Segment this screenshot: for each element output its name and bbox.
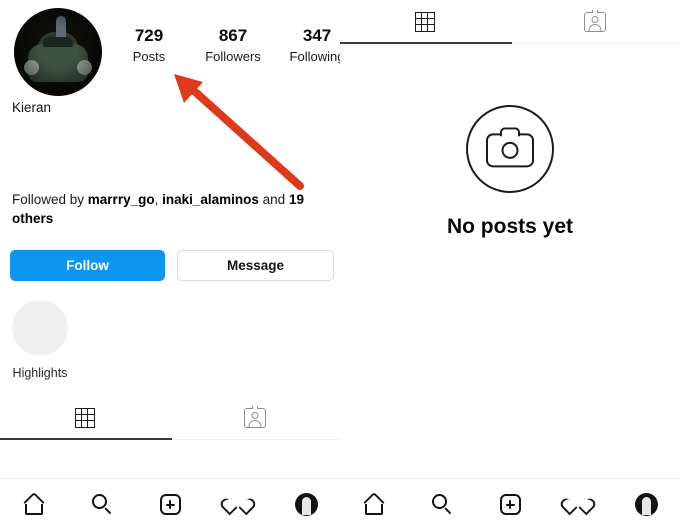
tagged-photos-icon	[584, 10, 606, 32]
profile-tabbar	[0, 398, 340, 440]
stat-following-value: 347	[302, 26, 332, 45]
avatar[interactable]	[14, 8, 102, 96]
followed-by-separator: ,	[154, 192, 163, 207]
empty-posts-panel	[340, 0, 680, 530]
heart-icon	[558, 495, 598, 515]
stat-following-label: Following	[289, 49, 345, 64]
camera-icon	[466, 105, 554, 193]
bottom-navbar	[0, 478, 340, 530]
tab-tagged[interactable]	[170, 398, 340, 438]
nav-home[interactable]	[10, 487, 58, 523]
nav-search-right[interactable]	[418, 487, 466, 523]
highlights-section[interactable]: Highlights	[12, 300, 68, 380]
followed-by-text: Followed by marrry_go, inaki_alaminos an…	[12, 190, 327, 228]
stat-posts[interactable]: 729 Posts	[120, 26, 178, 66]
nav-add-post[interactable]	[146, 487, 194, 523]
followed-by-name-2[interactable]: inaki_alaminos	[162, 192, 259, 207]
highlights-label: Highlights	[12, 366, 68, 380]
empty-state-title: No posts yet	[446, 215, 574, 238]
stat-posts-value: 729	[134, 26, 164, 45]
grid-icon	[75, 408, 95, 428]
followed-by-name-1[interactable]: marrry_go	[88, 192, 155, 207]
profile-tabbar-right	[340, 2, 680, 44]
profile-panel: Kieran 729 Posts 867 Followers 347 Follo…	[0, 0, 344, 530]
grid-icon	[415, 12, 435, 32]
instagram-profile-screenshot: Kieran 729 Posts 867 Followers 347 Follo…	[0, 0, 680, 530]
stat-following[interactable]: 347 Following	[288, 26, 346, 66]
empty-state: No posts yet	[340, 105, 680, 239]
tab-divider-line	[172, 439, 340, 440]
stat-followers[interactable]: 867 Followers	[204, 26, 262, 66]
nav-activity[interactable]	[214, 487, 262, 523]
tab-grid-right[interactable]	[340, 2, 510, 42]
message-button[interactable]: Message	[177, 250, 334, 281]
profile-avatar-icon	[294, 493, 318, 516]
tab-active-underline	[0, 438, 172, 440]
search-icon	[431, 494, 453, 515]
profile-avatar-image[interactable]	[14, 8, 102, 96]
profile-username: Kieran	[12, 100, 52, 115]
search-icon	[91, 494, 113, 515]
nav-profile-right[interactable]	[622, 487, 670, 523]
followed-by-prefix: Followed by	[12, 192, 88, 207]
home-icon	[363, 491, 385, 515]
heart-icon	[218, 495, 258, 515]
stat-followers-value: 867	[218, 26, 248, 45]
nav-home-right[interactable]	[350, 487, 398, 523]
home-icon	[23, 491, 45, 515]
bottom-navbar-right	[340, 478, 680, 530]
tab-active-underline-right	[340, 42, 512, 44]
nav-profile[interactable]	[282, 487, 330, 523]
add-post-icon	[499, 494, 521, 515]
profile-avatar-icon	[634, 493, 658, 516]
nav-add-post-right[interactable]	[486, 487, 534, 523]
profile-stats: 729 Posts 867 Followers 347 Following	[120, 26, 346, 66]
stat-posts-label: Posts	[132, 49, 166, 64]
tab-tagged-right[interactable]	[510, 2, 680, 42]
follow-button[interactable]: Follow	[10, 250, 165, 281]
avatar-art-vignette	[14, 8, 102, 96]
followed-by-conjunction: and	[258, 192, 289, 207]
stat-followers-label: Followers	[205, 49, 261, 64]
profile-actions: Follow Message	[10, 250, 334, 281]
nav-activity-right[interactable]	[554, 487, 602, 523]
tab-grid[interactable]	[0, 398, 170, 438]
add-post-icon	[159, 494, 181, 515]
nav-search[interactable]	[78, 487, 126, 523]
tagged-photos-icon	[244, 406, 266, 428]
tab-divider-line-right	[512, 43, 680, 44]
highlight-circle-icon[interactable]	[12, 300, 68, 356]
